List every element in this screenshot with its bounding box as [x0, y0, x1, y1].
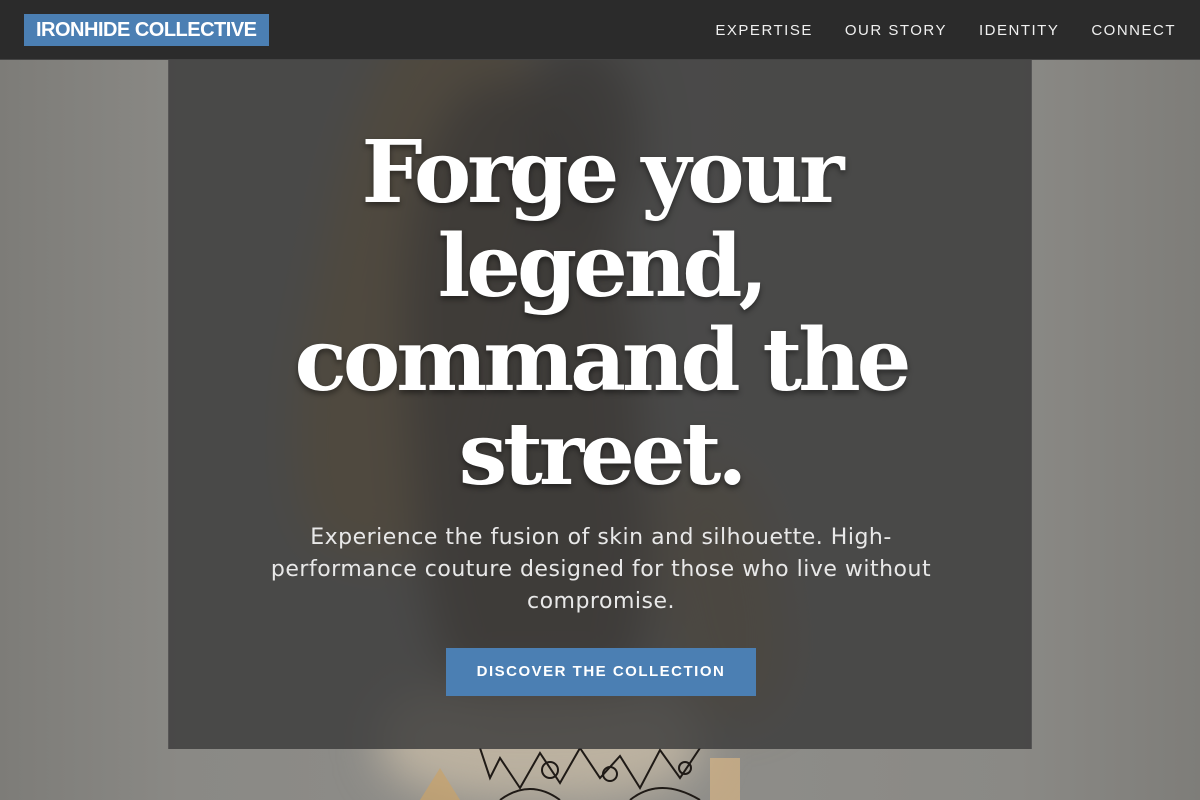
- discover-collection-button[interactable]: DISCOVER THE COLLECTION: [446, 648, 756, 696]
- brand-logo[interactable]: IRONHIDE COLLECTIVE: [24, 14, 269, 46]
- main-nav: EXPERTISE OUR STORY IDENTITY CONNECT: [715, 0, 1176, 60]
- nav-link-identity[interactable]: IDENTITY: [979, 22, 1059, 39]
- nav-link-connect[interactable]: CONNECT: [1091, 22, 1176, 39]
- nav-link-expertise[interactable]: EXPERTISE: [715, 22, 812, 39]
- nav-link-our-story[interactable]: OUR STORY: [845, 22, 947, 39]
- sketch-detail: [400, 748, 800, 800]
- hero-headline: Forge your legend, command the street.: [294, 122, 911, 505]
- hero-panel: Forge your legend, command the street. E…: [168, 60, 1032, 749]
- top-navigation-bar: IRONHIDE COLLECTIVE EXPERTISE OUR STORY …: [0, 0, 1200, 60]
- hero-subtext: Experience the fusion of skin and silhou…: [270, 525, 932, 614]
